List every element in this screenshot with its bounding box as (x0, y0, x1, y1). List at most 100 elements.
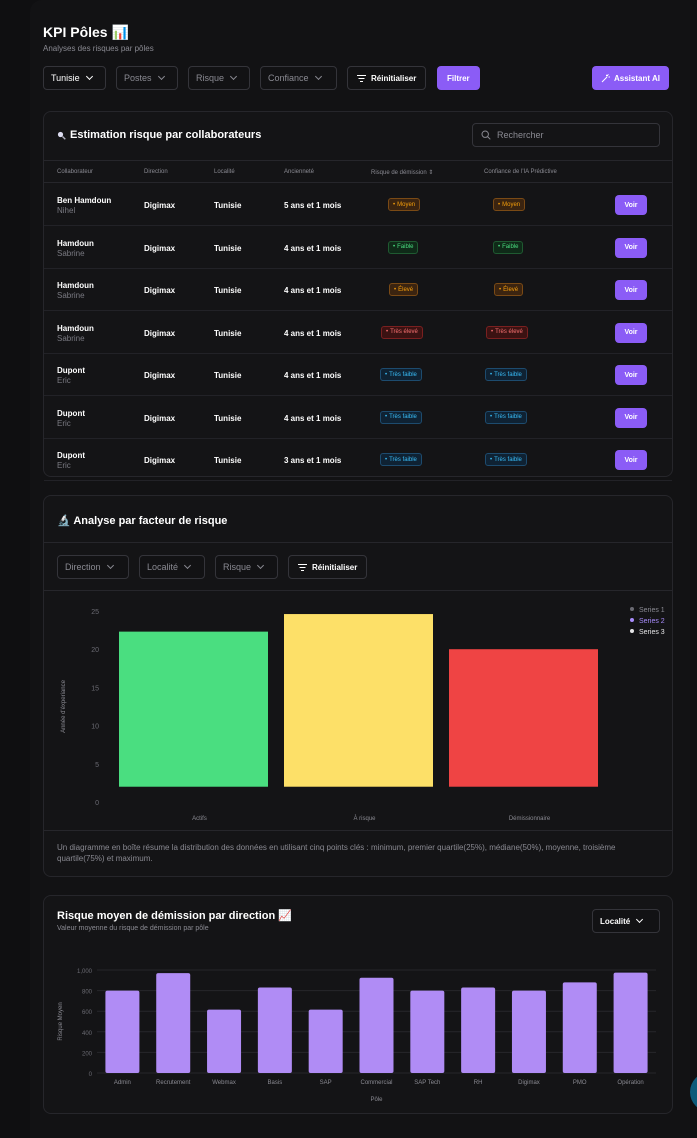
col-risque-sort[interactable]: Risque de démission ⇕ (371, 169, 433, 176)
view-button[interactable]: Voir (615, 237, 647, 258)
x-tick-label: Recrutement (156, 1080, 191, 1086)
chevron-down-icon (256, 561, 265, 570)
bar-1 (284, 614, 433, 787)
table-row: Dupont Eric Digimax Tunisie 4 ans et 1 mois •… (44, 354, 672, 396)
collaborator-firstname: Sabrine (57, 291, 85, 300)
seniority-cell: 4 ans et 1 mois (284, 286, 342, 295)
collaborator-name: Dupont (57, 451, 85, 460)
chevron-down-icon (636, 915, 644, 924)
reset-button[interactable]: Réinitialiser (347, 66, 427, 90)
locality-cell: Tunisie (214, 243, 242, 253)
y-axis-label: Risque Moyen (58, 1002, 64, 1040)
risk-badge-label: Très élevé (390, 329, 418, 335)
risk-factor-chart: 0 5 10 15 20 25 Année d'éxperiance Actifs À risq… (61, 607, 665, 822)
bar-8 (511, 990, 546, 1073)
x-tick-label: Opération (617, 1080, 643, 1086)
dot-icon: • (499, 286, 502, 293)
direction-dropdown[interactable]: Direction (57, 555, 129, 579)
x-tick-label: Démissionnaire (509, 816, 551, 822)
divider (44, 542, 672, 543)
risk-badge: • Très élevé (381, 325, 423, 339)
risk-badge: • Très faible (380, 368, 422, 381)
confidence-badge: • Très faible (485, 368, 527, 381)
estimation-title-wrap: Estimation risque par collaborateurs (57, 129, 261, 141)
direction-cell: Digimax (144, 371, 176, 380)
magnifier-icon (57, 131, 66, 140)
risk-badge-label: Faible (397, 244, 414, 250)
direction-risk-title: Risque moyen de démission par direction … (57, 910, 292, 922)
y-axis-label: Année d'éxperiance (61, 679, 67, 733)
bar-10 (613, 972, 648, 1073)
x-tick-label: SAP (320, 1080, 332, 1086)
reset-label: Réinitialiser (371, 73, 417, 83)
locality-cell: Tunisie (214, 201, 242, 210)
confidence-badge: • Très faible (485, 453, 527, 466)
view-button[interactable]: Voir (615, 195, 647, 215)
legend-dot (630, 618, 634, 622)
floating-action-button[interactable] (690, 1072, 697, 1112)
x-tick-label: Webmax (212, 1080, 236, 1086)
assistant-ai-button[interactable]: Assistant AI (592, 66, 669, 90)
dot-icon: • (491, 329, 494, 335)
x-tick-label: SAP Tech (414, 1080, 440, 1086)
locality-cell: Tunisie (214, 286, 242, 295)
divider (44, 590, 672, 591)
search-input[interactable]: Rechercher (472, 123, 660, 147)
x-tick-label: Actifs (192, 816, 207, 822)
risk-badge: • Très faible (380, 410, 422, 424)
chevron-down-icon (183, 561, 192, 570)
postes-dropdown[interactable]: Postes (116, 66, 178, 90)
risk-badge-label: Élevé (398, 286, 414, 293)
search-icon (481, 130, 491, 140)
estimation-card: Estimation risque par collaborateurs Rec… (43, 111, 673, 481)
legend-label: Series 3 (639, 629, 665, 636)
y-tick-label: 800 (82, 990, 93, 996)
y-tick-label: 0 (89, 1072, 93, 1078)
page-title: KPI Pôles 📊 (43, 24, 129, 40)
dot-icon: • (385, 414, 388, 420)
risque-factor-dropdown[interactable]: Risque (215, 555, 278, 579)
risque-label: Risque (196, 73, 225, 83)
country-dropdown[interactable]: Tunisie (43, 66, 106, 90)
bar-4 (308, 1009, 343, 1073)
view-button[interactable]: Voir (615, 280, 647, 300)
bar-3 (257, 987, 292, 1073)
analysis-reset-button[interactable]: Réinitialiser (288, 555, 368, 579)
direction-risk-chart: 0 200 400 600 800 1,000 Risque Moyen Admin Recru… (58, 969, 656, 1103)
direction-cell: Digimax (144, 243, 176, 253)
view-button[interactable]: Voir (615, 450, 647, 470)
direction-label: Direction (65, 562, 101, 572)
collaborator-name: Dupont (57, 366, 85, 375)
legend-dot (630, 629, 634, 633)
seniority-cell: 4 ans et 1 mois (284, 328, 342, 338)
dot-icon: • (386, 329, 389, 335)
localite-label: Localité (147, 562, 179, 572)
direction-cell: Digimax (144, 456, 176, 465)
confidence-badge-label: Élevé (503, 286, 519, 293)
confiance-dropdown[interactable]: Confiance (260, 66, 337, 90)
x-axis-label: Pôle (370, 1097, 383, 1103)
view-button[interactable]: Voir (615, 365, 647, 385)
assistant-label: Assistant AI (614, 73, 660, 83)
view-button[interactable]: Voir (615, 407, 647, 428)
confidence-badge-label: Très faible (494, 456, 522, 463)
bar-2 (207, 1009, 242, 1073)
chevron-down-icon (85, 72, 93, 81)
risk-badge-label: Très faible (389, 456, 417, 463)
localite-dropdown[interactable]: Localité (139, 555, 205, 579)
filter-button[interactable]: Filtrer (437, 66, 480, 90)
risque-dropdown[interactable]: Risque (188, 66, 250, 90)
confiance-label: Confiance (268, 73, 309, 83)
dot-icon: • (393, 201, 396, 208)
chevron-down-icon (157, 72, 165, 81)
x-tick-label: Commercial (360, 1080, 392, 1086)
y-tick-label: 25 (91, 609, 99, 616)
risk-badge: • Faible (388, 240, 419, 254)
view-button[interactable]: Voir (615, 322, 647, 343)
analysis-reset-label: Réinitialiser (312, 562, 358, 572)
seniority-cell: 5 ans et 1 mois (284, 201, 342, 210)
seniority-cell: 3 ans et 1 mois (284, 456, 342, 465)
risk-badge-label: Moyen (397, 201, 416, 208)
localite-button[interactable]: Localité (592, 909, 660, 933)
direction-cell: Digimax (144, 328, 176, 338)
